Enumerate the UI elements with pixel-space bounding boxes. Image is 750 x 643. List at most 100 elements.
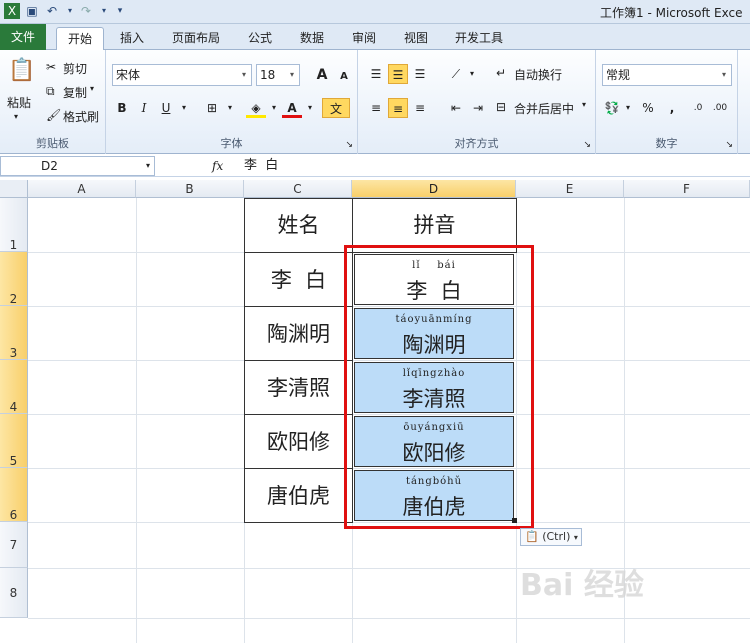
borders-dropdown-icon[interactable]: ▾	[220, 98, 240, 118]
format-painter-icon[interactable]: 🖌	[46, 108, 61, 122]
tab-insert[interactable]: 插入	[112, 27, 152, 50]
cell-d5[interactable]: ōuyángxiū 欧阳修	[354, 416, 514, 467]
cell-c2[interactable]: 李 白	[244, 252, 353, 307]
wrap-text-icon[interactable]: ↵	[496, 66, 506, 80]
tab-home[interactable]: 开始	[56, 27, 104, 50]
currency-dropdown-icon[interactable]: ▾	[618, 98, 638, 118]
font-name-combo[interactable]: 宋体 ▾	[112, 64, 252, 86]
column-header-e[interactable]: E	[516, 180, 624, 198]
alignment-dialog-launcher-icon[interactable]: ↘	[583, 140, 591, 150]
align-bottom-icon[interactable]: ☰	[410, 64, 430, 84]
shrink-font-button[interactable]: A	[334, 67, 354, 87]
cell-d3[interactable]: táoyuānmíng 陶渊明	[354, 308, 514, 359]
copy-icon[interactable]: ⧉	[46, 84, 55, 99]
customize-toolbar-icon[interactable]: ▾	[112, 3, 128, 19]
merge-center-button[interactable]: 合并后居中	[514, 100, 574, 117]
row-header-8[interactable]: 8	[0, 568, 28, 618]
cut-button[interactable]: 剪切	[63, 60, 87, 77]
cell-d1[interactable]: 拼音	[352, 198, 517, 253]
cell-d6[interactable]: tángbóhǔ 唐伯虎	[354, 470, 514, 521]
paste-options-button[interactable]: 📋 (Ctrl) ▾	[520, 528, 582, 546]
tab-developer[interactable]: 开发工具	[446, 27, 512, 50]
orientation-dropdown-icon[interactable]: ▾	[462, 64, 482, 84]
cell-c1[interactable]: 姓名	[244, 198, 353, 253]
paste-button[interactable]: 粘贴	[7, 94, 31, 111]
scissors-icon[interactable]: ✂	[46, 60, 56, 74]
fill-color-dropdown-icon[interactable]: ▾	[264, 98, 284, 118]
cell-c6[interactable]: 唐伯虎	[244, 468, 353, 523]
undo-dropdown-icon[interactable]: ▾	[62, 3, 78, 19]
merge-dropdown-icon[interactable]: ▾	[582, 100, 586, 109]
number-dialog-launcher-icon[interactable]: ↘	[725, 140, 733, 150]
underline-dropdown-icon[interactable]: ▾	[174, 98, 194, 118]
decrease-decimal-button[interactable]: .00	[710, 98, 730, 118]
column-header-f[interactable]: F	[624, 180, 750, 198]
copy-button[interactable]: 复制	[63, 84, 87, 101]
number-format-combo[interactable]: 常规 ▾	[602, 64, 732, 86]
insert-function-icon[interactable]: fx	[212, 156, 232, 176]
phonetic-guide-button[interactable]: 文	[322, 98, 350, 118]
font-size-combo[interactable]: 18 ▾	[256, 64, 300, 86]
italic-button[interactable]: I	[134, 98, 154, 118]
align-middle-icon[interactable]: ☰	[388, 64, 408, 84]
font-color-icon[interactable]: A	[282, 98, 302, 118]
pinyin-text: lǐqīngzhào	[402, 368, 466, 379]
row-header-3[interactable]: 3	[0, 306, 28, 360]
grow-font-button[interactable]: A	[312, 65, 332, 85]
align-center-icon[interactable]: ≡	[388, 98, 408, 118]
tab-formulas[interactable]: 公式	[238, 27, 282, 50]
name-box[interactable]: D2 ▾	[0, 156, 155, 176]
column-header-b[interactable]: B	[136, 180, 244, 198]
copy-dropdown-icon[interactable]: ▾	[90, 84, 94, 93]
merge-center-icon[interactable]: ⊟	[496, 100, 506, 114]
font-name-dropdown-icon[interactable]: ▾	[237, 65, 251, 85]
tab-review[interactable]: 审阅	[342, 27, 386, 50]
cell-d4[interactable]: lǐqīngzhào 李清照	[354, 362, 514, 413]
paste-dropdown-icon[interactable]: ▾	[14, 112, 18, 121]
tab-data[interactable]: 数据	[290, 27, 334, 50]
row-header-2[interactable]: 2	[0, 252, 28, 306]
fill-handle[interactable]	[512, 518, 517, 523]
redo-dropdown-icon[interactable]: ▾	[96, 3, 112, 19]
row-header-4[interactable]: 4	[0, 360, 28, 414]
tab-file[interactable]: 文件	[0, 24, 46, 50]
save-icon[interactable]: ▣	[24, 3, 40, 19]
increase-indent-icon[interactable]: ⇥	[468, 98, 488, 118]
column-header-d[interactable]: D	[352, 180, 516, 198]
row-header-6[interactable]: 6	[0, 468, 28, 522]
undo-icon[interactable]: ↶	[44, 3, 60, 19]
align-left-icon[interactable]: ≡	[366, 98, 386, 118]
fill-color-icon[interactable]: ◈	[246, 98, 266, 118]
cell-d2[interactable]: lǐ bái 李 白	[354, 254, 514, 305]
format-painter-button[interactable]: 格式刷	[63, 108, 99, 125]
formula-input[interactable]: 李 白	[244, 156, 278, 176]
cell-c5[interactable]: 欧阳修	[244, 414, 353, 469]
row-header-7[interactable]: 7	[0, 522, 28, 568]
wrap-text-button[interactable]: 自动换行	[514, 66, 562, 83]
cell-c4[interactable]: 李清照	[244, 360, 353, 415]
percent-button[interactable]: %	[638, 98, 658, 118]
tab-view[interactable]: 视图	[394, 27, 438, 50]
underline-button[interactable]: U	[156, 98, 176, 118]
select-all-corner[interactable]	[0, 180, 28, 198]
align-top-icon[interactable]: ☰	[366, 64, 386, 84]
comma-button[interactable]: ,	[662, 98, 682, 118]
font-size-dropdown-icon[interactable]: ▾	[285, 65, 299, 85]
paste-icon[interactable]: 📋	[8, 56, 35, 86]
font-color-dropdown-icon[interactable]: ▾	[300, 98, 320, 118]
row-header-1[interactable]: 1	[0, 198, 28, 252]
tab-page-layout[interactable]: 页面布局	[164, 27, 228, 50]
name-box-dropdown-icon[interactable]: ▾	[146, 157, 150, 175]
align-right-icon[interactable]: ≡	[410, 98, 430, 118]
bold-button[interactable]: B	[112, 98, 132, 118]
redo-icon[interactable]: ↷	[78, 3, 94, 19]
column-header-c[interactable]: C	[244, 180, 352, 198]
decrease-indent-icon[interactable]: ⇤	[446, 98, 466, 118]
row-header-5[interactable]: 5	[0, 414, 28, 468]
borders-icon[interactable]: ⊞	[202, 98, 222, 118]
number-format-dropdown-icon[interactable]: ▾	[717, 65, 731, 85]
cell-c3[interactable]: 陶渊明	[244, 306, 353, 361]
column-header-a[interactable]: A	[28, 180, 136, 198]
font-dialog-launcher-icon[interactable]: ↘	[345, 140, 353, 150]
increase-decimal-button[interactable]: .0	[688, 98, 708, 118]
